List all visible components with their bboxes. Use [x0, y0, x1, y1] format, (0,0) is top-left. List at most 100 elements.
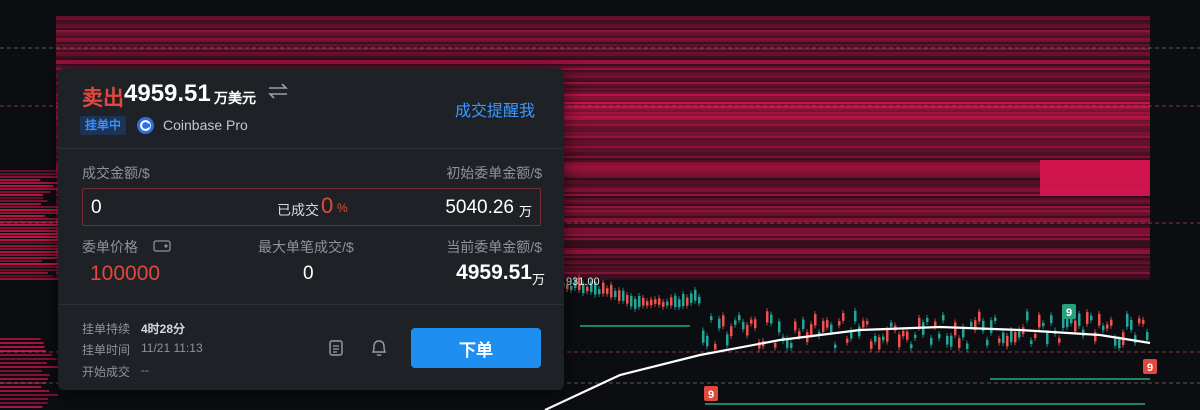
candle-body	[1042, 323, 1045, 327]
swap-arrows-icon[interactable]	[266, 82, 290, 100]
liquidity-band	[0, 200, 48, 202]
start-fill-value: --	[141, 363, 149, 377]
buy-signal-label: 9	[1066, 307, 1072, 319]
candle-body	[622, 290, 625, 301]
liquidity-band	[0, 242, 58, 244]
candle-body	[990, 320, 993, 333]
liquidity-band	[56, 52, 1150, 54]
liquidity-band	[0, 197, 44, 199]
candle-body	[826, 320, 829, 328]
liquidity-band	[0, 370, 42, 372]
liquidity-band	[0, 212, 62, 214]
liquidity-band	[0, 275, 53, 277]
liquidity-band	[0, 269, 68, 271]
candle-body	[910, 344, 913, 349]
liquidity-band	[0, 354, 52, 356]
candle-body	[846, 338, 849, 343]
liquidity-band	[56, 20, 1150, 22]
sell-signal-marker[interactable]: 9	[704, 386, 718, 401]
liquidity-band	[56, 34, 1150, 36]
order-price-label: 委单价格	[82, 239, 138, 255]
candle-body	[946, 335, 949, 345]
candle-body	[790, 343, 793, 348]
candle-body	[1106, 324, 1109, 329]
liquidity-band	[56, 24, 1150, 26]
candle-body	[1038, 314, 1041, 328]
candle-body	[706, 335, 709, 347]
coinbase-logo-icon	[137, 117, 154, 134]
candle-body	[986, 339, 989, 346]
liquidity-band	[0, 378, 49, 380]
fill-alert-link[interactable]: 成交提醒我	[455, 97, 535, 121]
candle-body	[726, 334, 729, 346]
sell-signal-marker-right[interactable]: 9	[1143, 359, 1157, 374]
liquidity-band	[0, 342, 44, 344]
candle-body	[1098, 313, 1101, 326]
candle-body	[802, 319, 805, 329]
candle-body	[1074, 320, 1077, 332]
candle-body	[794, 321, 797, 331]
liquidity-band	[0, 338, 41, 340]
current-amount-label: 当前委单金额/$	[446, 239, 542, 255]
liquidity-band	[0, 390, 50, 392]
filled-percent-label: 已成交	[277, 202, 319, 218]
liquidity-band	[0, 394, 59, 396]
liquidity-band	[0, 206, 58, 208]
candle-body	[662, 301, 665, 307]
note-icon[interactable]	[328, 339, 344, 357]
liquidity-band	[0, 236, 62, 238]
candle-body	[714, 343, 717, 350]
candle-body	[1086, 312, 1089, 325]
liquidity-band	[0, 194, 44, 196]
liquidity-band	[56, 40, 1150, 42]
candle-body	[1142, 319, 1145, 324]
candle-body	[978, 311, 981, 322]
liquidity-band	[56, 30, 1150, 32]
candle-body	[750, 319, 753, 324]
candle-body	[770, 314, 773, 324]
initial-amount-unit: 万	[518, 204, 532, 219]
candle-body	[606, 288, 609, 294]
order-price-value: 100000	[90, 262, 161, 285]
duration-label: 挂单持续	[82, 322, 131, 336]
order-book-chart-view: 931.00 9 9 9 卖出 4959.51 万美元 挂单中 Coinbase…	[0, 0, 1200, 410]
candle-body	[958, 338, 961, 348]
liquidity-band	[0, 209, 62, 211]
candle-body	[618, 290, 621, 301]
candle-body	[1026, 311, 1029, 321]
candle-body	[778, 321, 781, 333]
candle-body	[730, 326, 733, 337]
candle-body	[1030, 340, 1033, 345]
candle-body	[874, 336, 877, 342]
candle-body	[930, 337, 933, 345]
candle-body	[918, 317, 921, 328]
liquidity-band	[0, 170, 65, 172]
liquidity-band	[0, 272, 49, 274]
order-side: 卖出	[82, 87, 124, 110]
place-order-button[interactable]: 下单	[411, 328, 541, 368]
candle-body	[654, 299, 657, 304]
candle-body	[878, 337, 881, 350]
liquidity-band	[56, 18, 1150, 20]
candle-body	[598, 289, 601, 294]
candle-body	[1146, 331, 1149, 340]
liquidity-band	[56, 38, 1150, 40]
bell-icon[interactable]	[369, 338, 389, 358]
candle-body	[722, 315, 725, 327]
candle-body	[1058, 338, 1061, 343]
exchange-name: Coinbase Pro	[163, 117, 248, 133]
liquidity-band	[56, 58, 1150, 60]
start-fill-label: 开始成交	[82, 365, 131, 379]
candle-body	[858, 326, 861, 337]
liquidity-band	[56, 64, 1150, 66]
liquidity-band	[56, 42, 1150, 44]
candle-body	[814, 314, 817, 326]
candle-body	[906, 331, 909, 340]
liquidity-band	[0, 402, 48, 404]
candle-body	[822, 320, 825, 333]
price-tag-icon[interactable]	[153, 240, 171, 252]
buy-signal-marker[interactable]: 9	[1062, 304, 1076, 319]
liquidity-band	[0, 179, 41, 181]
candle-body	[1006, 335, 1009, 347]
liquidity-band	[0, 362, 47, 364]
